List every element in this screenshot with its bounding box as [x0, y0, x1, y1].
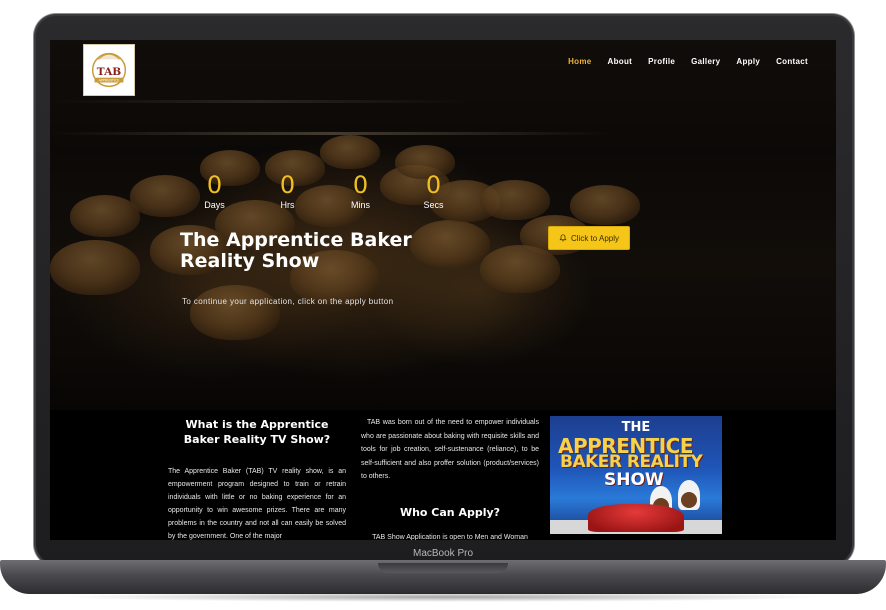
poster-car: [588, 504, 684, 532]
countdown-mins: 0 Mins: [324, 172, 397, 210]
nav-about[interactable]: About: [600, 57, 641, 66]
countdown-days-label: Days: [204, 200, 225, 210]
nav-home[interactable]: Home: [560, 57, 599, 66]
about-heading: What is the Apprentice Baker Reality TV …: [183, 418, 331, 446]
countdown-secs-value: 0: [425, 171, 442, 199]
hero-subtitle: To continue your application, click on t…: [182, 297, 394, 306]
svg-text:APPRENTICE: APPRENTICE: [99, 79, 120, 83]
about-column-who: TAB was born out of the need to empower …: [361, 416, 539, 540]
countdown-days: 0 Days: [178, 172, 251, 210]
laptop-screen: TAB APPRENTICE Home About Profile Galler…: [50, 40, 836, 540]
nav-profile[interactable]: Profile: [640, 57, 683, 66]
nav-gallery[interactable]: Gallery: [683, 57, 728, 66]
countdown-hours-value: 0: [279, 171, 296, 199]
device-model-label: MacBook Pro: [412, 548, 474, 559]
who-can-apply-body: TAB Show Application is open to Men and …: [372, 533, 528, 541]
countdown-hours-label: Hrs: [280, 200, 295, 210]
tab-logo-icon: TAB APPRENTICE: [91, 52, 127, 88]
about-section: What is the Apprentice Baker Reality TV …: [50, 410, 836, 540]
show-poster-image: THE APPRENTICE BAKER REALITY SHOW: [550, 416, 722, 534]
hero-title: The Apprentice Baker Reality Show: [180, 229, 412, 272]
about-intro: TAB was born out of the need to empower …: [361, 419, 539, 480]
countdown-mins-label: Mins: [350, 200, 370, 210]
countdown-secs: 0 Secs: [397, 172, 470, 210]
about-body: The Apprentice Baker (TAB) TV reality sh…: [168, 468, 346, 540]
who-can-apply-heading: Who Can Apply?: [399, 505, 501, 519]
countdown-mins-value: 0: [352, 171, 369, 199]
poster-chef-face: [681, 492, 697, 508]
countdown-timer: 0 Days 0 Hrs 0 Mins 0 Secs: [178, 172, 470, 210]
bell-icon: [559, 234, 567, 242]
laptop-hinge-notch: [378, 563, 508, 573]
hero-section: TAB APPRENTICE Home About Profile Galler…: [50, 40, 836, 410]
click-to-apply-button[interactable]: Click to Apply: [548, 226, 630, 250]
poster-line-1: THE: [621, 420, 651, 435]
about-column-what: What is the Apprentice Baker Reality TV …: [168, 417, 346, 540]
countdown-days-value: 0: [206, 171, 223, 199]
svg-text:TAB: TAB: [97, 66, 121, 78]
laptop-shadow: [60, 592, 826, 602]
site-logo[interactable]: TAB APPRENTICE: [83, 44, 135, 96]
main-nav: Home About Profile Gallery Apply Contact: [560, 57, 816, 66]
countdown-hours: 0 Hrs: [251, 172, 324, 210]
nav-apply[interactable]: Apply: [728, 57, 768, 66]
nav-contact[interactable]: Contact: [768, 57, 816, 66]
poster-line-3: BAKER REALITY: [560, 452, 703, 472]
click-to-apply-label: Click to Apply: [570, 233, 620, 243]
countdown-secs-label: Secs: [423, 200, 444, 210]
